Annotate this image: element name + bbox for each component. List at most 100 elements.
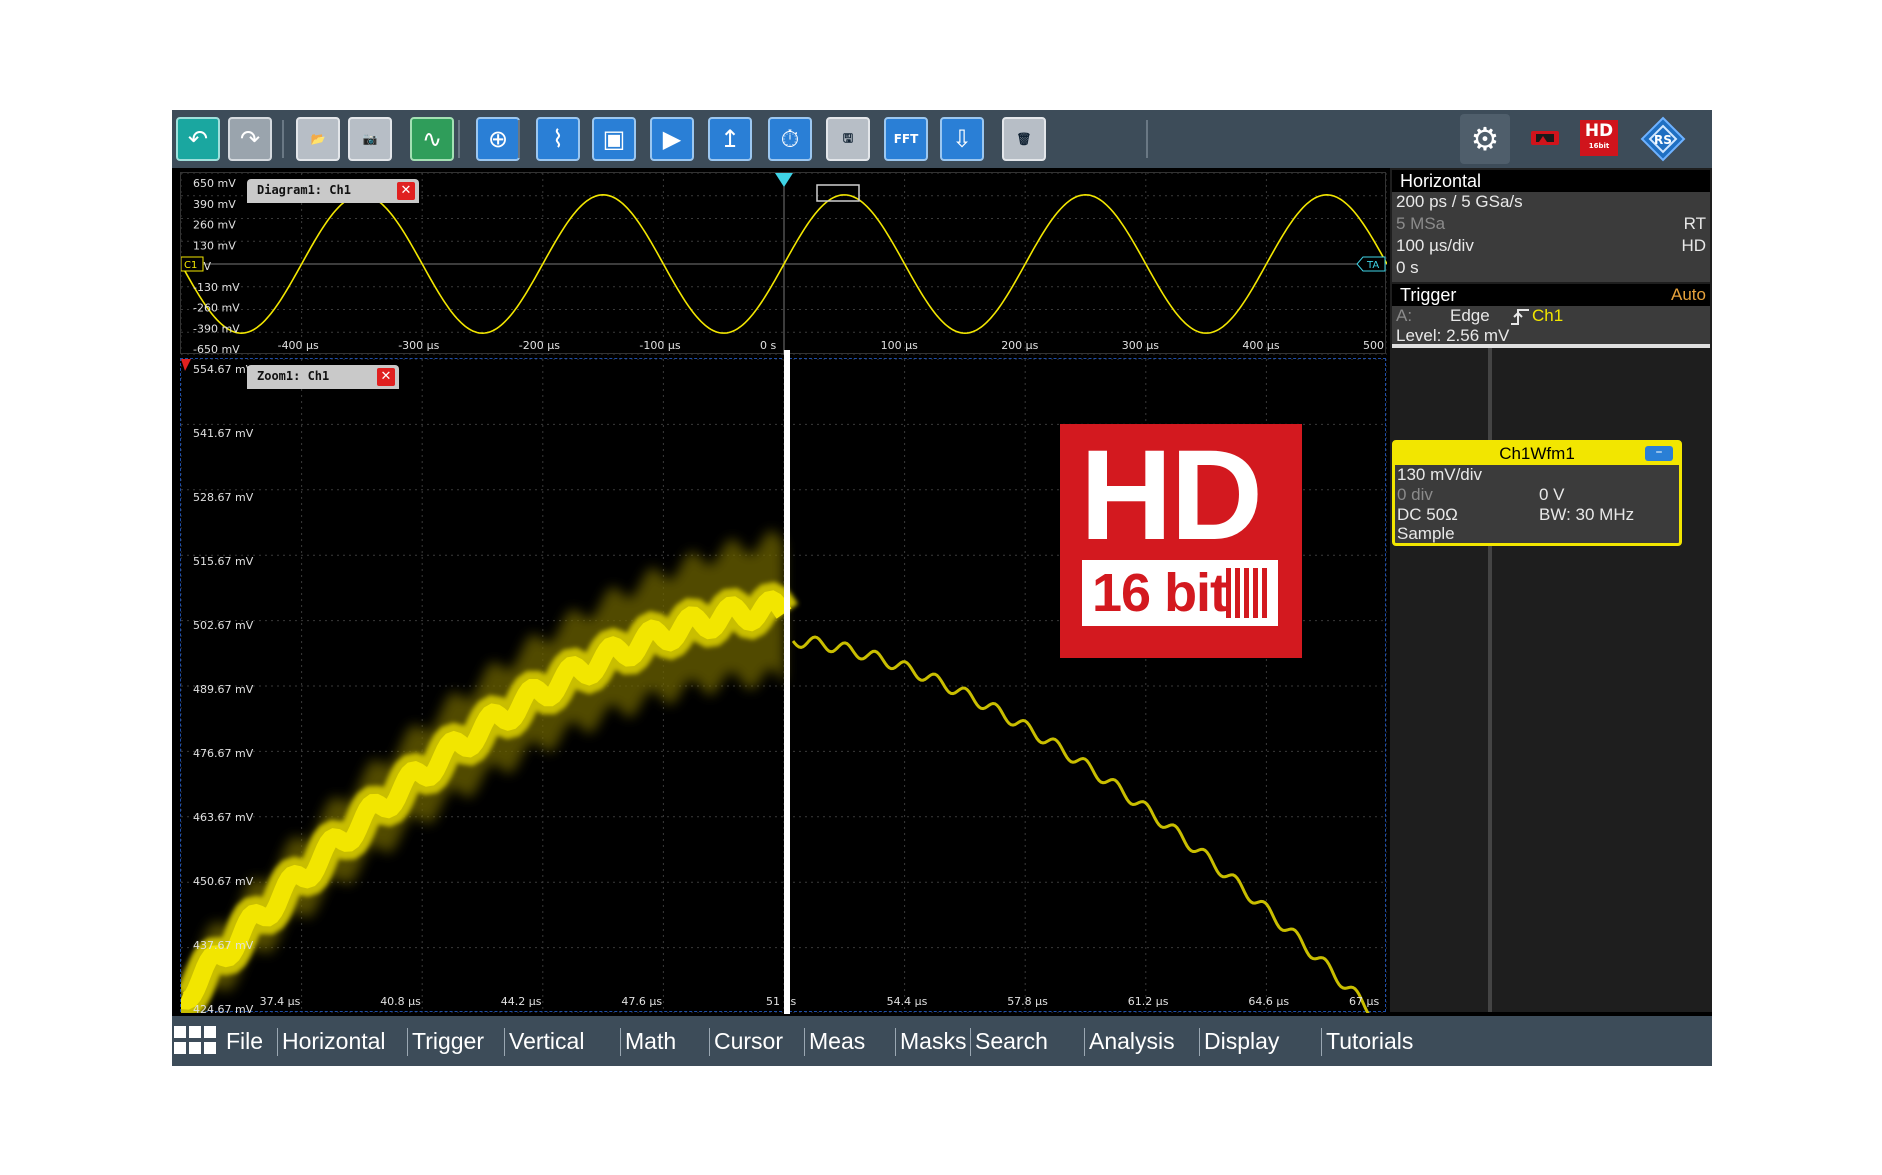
record-icon[interactable] [1530, 128, 1560, 148]
redo-button[interactable]: ↷ [228, 117, 272, 161]
zoom-split-line[interactable] [784, 350, 790, 1014]
open-button[interactable]: 📂 [296, 117, 340, 161]
close-icon[interactable]: ✕ [397, 182, 415, 200]
x-tick-label: 47.6 µs [621, 995, 662, 1008]
x-tick-label: 57.8 µs [1007, 995, 1048, 1008]
history-button[interactable]: ⏱ [768, 117, 812, 161]
x-tick-label: 54.4 µs [887, 995, 928, 1008]
menu-separator [407, 1028, 408, 1056]
probe-button[interactable]: ⇩ [940, 117, 984, 161]
close-icon[interactable]: ✕ [377, 368, 395, 386]
autoset-icon: ∿ [421, 125, 443, 153]
x-tick-label: 51 µs [766, 995, 796, 1008]
marker-icon: ↥ [719, 125, 741, 153]
settings-button[interactable]: ⚙ [1460, 114, 1510, 164]
rohde-schwarz-logo-icon[interactable]: RS [1640, 116, 1686, 162]
x-tick-label: 100 µs [881, 339, 918, 352]
hd-label: HD [1584, 121, 1614, 141]
save-button[interactable]: 🖫 [826, 117, 870, 161]
x-tick-label: 67 µs [1349, 995, 1379, 1008]
undo-button[interactable]: ↶ [176, 117, 220, 161]
apps-grid-icon[interactable] [174, 1026, 218, 1056]
menu-separator [620, 1028, 621, 1056]
trigger-level: Level: 2.56 mV [1396, 326, 1510, 345]
horizontal-record-length: 5 MSa [1396, 214, 1446, 233]
y-tick-label: 541.67 mV [193, 427, 254, 440]
screenshot-button[interactable]: 📷 [348, 117, 392, 161]
mask-button[interactable]: ▣ [592, 117, 636, 161]
y-tick-label: 463.67 mV [193, 811, 254, 824]
y-tick-label: -130 mV [193, 281, 240, 294]
waveform-scale: 130 mV/div [1397, 465, 1483, 484]
oscilloscope-app: ↶ ↷ 📂 📷 ∿ ⊕ ⌇ ▣ ▶ ↥ ⏱ 🖫 FFT ⇩ 🗑 ⚙ HD 16bit RS 650 mV 39… [172, 110, 1712, 1066]
cursor-button[interactable]: ▶ [650, 117, 694, 161]
fft-button[interactable]: FFT [884, 117, 928, 161]
menu-item-search[interactable]: Search [975, 1016, 1048, 1066]
x-tick-label: 44.2 µs [501, 995, 542, 1008]
trigger-level-marker[interactable]: TA [1356, 256, 1386, 272]
x-tick-label: 0 s [760, 339, 776, 352]
y-tick-label: 390 mV [193, 198, 236, 211]
menu-item-math[interactable]: Math [625, 1016, 676, 1066]
delete-button[interactable]: 🗑 [1002, 117, 1046, 161]
bars-icon [1226, 568, 1267, 618]
menu-item-masks[interactable]: Masks [900, 1016, 966, 1066]
menu-separator [895, 1028, 896, 1056]
menu-separator [504, 1028, 505, 1056]
hd-mode-button[interactable]: HD 16bit [1580, 120, 1618, 156]
horizontal-mode-hd: HD [1681, 236, 1706, 255]
minimize-button[interactable]: – [1645, 445, 1673, 461]
menu-item-file[interactable]: File [226, 1016, 263, 1066]
trigger-position-icon[interactable] [775, 173, 793, 187]
menu-item-meas[interactable]: Meas [809, 1016, 865, 1066]
redo-icon: ↷ [239, 125, 261, 153]
menu-separator [1321, 1028, 1322, 1056]
waveform-acq-mode: Sample [1397, 524, 1455, 543]
zoom-window-box[interactable] [816, 184, 860, 202]
x-tick-label: 200 µs [1001, 339, 1038, 352]
cursor-icon: ▶ [662, 125, 682, 153]
menu-separator [804, 1028, 805, 1056]
x-tick-label: 400 µs [1242, 339, 1279, 352]
horizontal-settings-box[interactable]: Horizontal 200 ps / 5 GSa/s 5 MSa RT 100… [1392, 170, 1710, 282]
menu-separator [1084, 1028, 1085, 1056]
hd-16bit-badge: HD 16 bit [1060, 424, 1302, 658]
hd-badge-bitbox: 16 bit [1082, 560, 1278, 626]
save-icon: 🖫 [842, 130, 854, 145]
zoom-trace-right [791, 635, 1373, 1018]
waveform-offset-div: 0 div [1397, 485, 1433, 504]
menu-item-cursor[interactable]: Cursor [714, 1016, 783, 1066]
toolbar-separator [458, 120, 460, 158]
x-tick-label: -300 µs [398, 339, 439, 352]
y-tick-label: 528.67 mV [193, 491, 254, 504]
horizontal-mode-rt: RT [1683, 214, 1706, 233]
y-tick-label: 260 mV [193, 219, 236, 232]
hd-badge-title: HD [1080, 424, 1263, 567]
measure-button[interactable]: ⌇ [536, 117, 580, 161]
channel-offset-marker[interactable]: C1 [180, 256, 204, 272]
diagram-overview-panel[interactable]: 650 mV390 mV260 mV130 mV0 V-130 mV-260 m… [180, 172, 1400, 356]
channel-marker-icon [181, 359, 191, 371]
menu-item-trigger[interactable]: Trigger [412, 1016, 484, 1066]
menu-separator [1199, 1028, 1200, 1056]
menu-item-tutorials[interactable]: Tutorials [1326, 1016, 1413, 1066]
channel-waveform-box[interactable]: Ch1Wfm1 – 130 mV/div 0 div 0 V DC 50Ω BW… [1392, 440, 1682, 546]
menu-item-analysis[interactable]: Analysis [1089, 1016, 1175, 1066]
x-tick-label: 37.4 µs [260, 995, 301, 1008]
trigger-settings-box[interactable]: Trigger Auto A: Edge Ch1 Level: 2.56 mV [1392, 284, 1710, 348]
y-tick-label: 554.67 mV [193, 363, 254, 376]
zoom-tab[interactable]: Zoom1: Ch1 ✕ [247, 365, 399, 389]
rising-edge-icon [1511, 309, 1529, 325]
main-menu-bar: File Horizontal Trigger Vertical Math Cursor M… [172, 1016, 1712, 1066]
menu-separator [709, 1028, 710, 1056]
menu-item-vertical[interactable]: Vertical [509, 1016, 584, 1066]
diagram-tab[interactable]: Diagram1: Ch1 ✕ [247, 179, 419, 203]
marker-button[interactable]: ↥ [708, 117, 752, 161]
menu-item-horizontal[interactable]: Horizontal [282, 1016, 386, 1066]
menu-item-display[interactable]: Display [1204, 1016, 1279, 1066]
zoom-tab-label: Zoom1: Ch1 [257, 369, 330, 383]
y-tick-label: 650 mV [193, 177, 236, 190]
zoom-button[interactable]: ⊕ [476, 117, 520, 161]
y-tick-label: 424.67 mV [193, 1003, 254, 1013]
autoset-button[interactable]: ∿ [410, 117, 454, 161]
